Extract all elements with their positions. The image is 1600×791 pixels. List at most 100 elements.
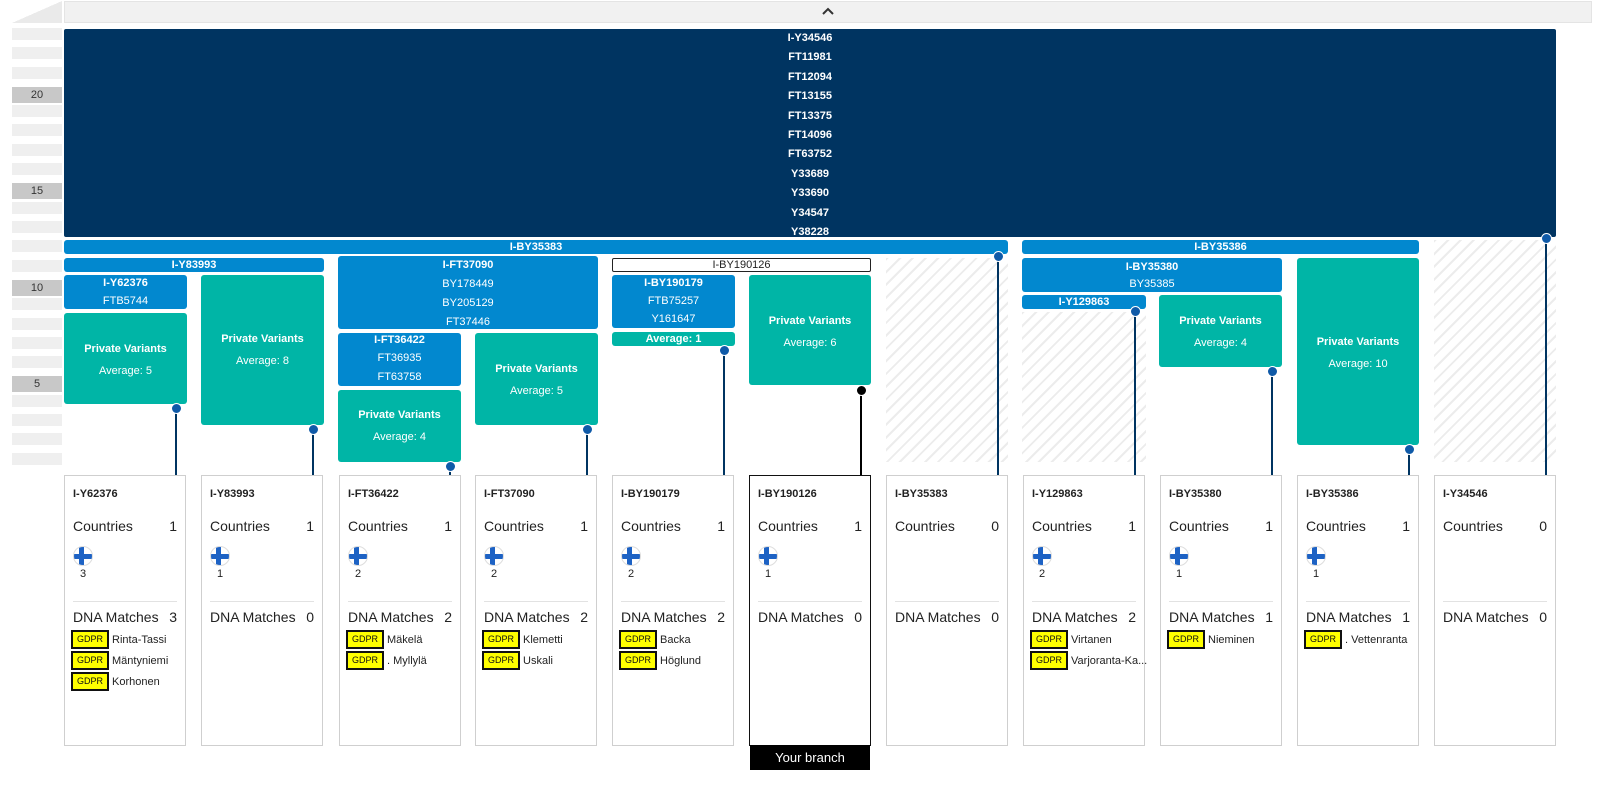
dna-matches-count: 0 — [854, 609, 862, 625]
branch-i-y62376[interactable]: I-Y62376 FTB5744 — [64, 275, 187, 309]
finland-flag-icon — [621, 546, 641, 566]
pv-title: Private Variants — [768, 315, 852, 327]
branch-card[interactable]: I-Y83993 Countries 1 1 DNA Matches 0 — [201, 475, 323, 746]
collapse-toggle[interactable] — [64, 1, 1592, 23]
branch-card[interactable]: I-BY35380 Countries 1 1 DNA Matches 1 GDPR Niem… — [1160, 475, 1282, 746]
pv-average: Average: 4 — [1193, 337, 1247, 349]
scale-row — [12, 356, 62, 368]
dna-match-item[interactable]: GDPR Uskali — [482, 651, 553, 670]
hatch-i-y129863 — [1022, 312, 1146, 462]
private-variants-i-by35380[interactable]: Private Variants Average: 4 — [1159, 295, 1282, 367]
dna-match-item[interactable]: GDPR Höglund — [619, 651, 701, 670]
pv-average: Average: 5 — [98, 365, 152, 377]
node-dot-y129863[interactable] — [1130, 306, 1141, 317]
flag-count: 1 — [217, 568, 224, 580]
branch-i-by35383[interactable]: I-BY35383 — [64, 240, 1008, 254]
flag-cross-v — [216, 547, 221, 565]
match-surname: Mäkelä — [387, 633, 423, 646]
branch-i-by190126[interactable]: I-BY190126 — [612, 258, 871, 272]
dna-match-item[interactable]: GDPR Varjoranta-Ka... — [1030, 651, 1147, 670]
branch-card[interactable]: I-FT36422 Countries 1 2 DNA Matches 2 GDPR Mäke… — [339, 475, 461, 746]
dna-matches-row: DNA Matches 0 — [1443, 609, 1547, 625]
match-surname: Uskali — [523, 654, 553, 667]
countries-label: Countries — [895, 518, 955, 534]
dna-match-item[interactable]: GDPR Virtanen — [1030, 630, 1112, 649]
branch-card[interactable]: I-Y62376 Countries 1 3 DNA Matches 3 GDPR Rinta… — [64, 475, 186, 746]
gdpr-badge: GDPR — [619, 630, 658, 649]
root-block-i-y34546[interactable]: I-Y34546 FT11981 FT12094 FT13155 FT13375… — [64, 29, 1556, 238]
node-dot-by190179[interactable] — [719, 345, 730, 356]
dna-matches-row: DNA Matches 1 — [1306, 609, 1410, 625]
flag-count: 2 — [628, 568, 635, 580]
countries-count: 1 — [1265, 518, 1273, 534]
dna-match-item[interactable]: GDPR Mäkelä — [346, 630, 422, 649]
node-dot-y83993[interactable] — [308, 424, 319, 435]
dna-match-item[interactable]: GDPR Backa — [619, 630, 691, 649]
branch-card[interactable]: I-BY190179 Countries 1 2 DNA Matches 2 GDPR Bac… — [612, 475, 734, 746]
dna-match-item[interactable]: GDPR Rinta-Tassi — [71, 630, 166, 649]
branch-card[interactable]: I-FT37090 Countries 1 2 DNA Matches 2 GDPR Klem… — [475, 475, 597, 746]
dna-match-item[interactable]: GDPR Klemetti — [482, 630, 563, 649]
private-variants-i-by35386[interactable]: Private Variants Average: 10 — [1297, 258, 1419, 445]
node-dot-y62376[interactable] — [171, 403, 182, 414]
node-dot-by35383[interactable] — [993, 251, 1004, 262]
dna-matches-count: 0 — [991, 609, 999, 625]
dna-match-item[interactable]: GDPR. Vettenranta — [1304, 630, 1407, 649]
dna-matches-label: DNA Matches — [73, 609, 159, 625]
dna-match-item[interactable]: GDPR. Myllylä — [346, 651, 427, 670]
node-dot-y34546[interactable] — [1541, 233, 1552, 244]
branch-i-ft37090[interactable]: I-FT37090 BY178449 BY205129 FT37446 — [338, 256, 598, 329]
by190179-label-1: FTB75257 — [647, 295, 700, 307]
flag-count: 2 — [355, 568, 362, 580]
node-dot-by190126[interactable] — [856, 385, 867, 396]
private-variants-i-by190179[interactable]: Average: 1 — [612, 332, 735, 346]
branch-i-y129863[interactable]: I-Y129863 — [1022, 295, 1146, 309]
connector-by35380 — [1271, 371, 1273, 475]
branch-i-by35386[interactable]: I-BY35386 — [1022, 240, 1419, 254]
private-variants-i-y83993[interactable]: Private Variants Average: 8 — [201, 275, 324, 425]
connector-ft37090 — [586, 429, 588, 475]
node-dot-ft36422[interactable] — [445, 461, 456, 472]
countries-label: Countries — [1032, 518, 1092, 534]
countries-count: 1 — [854, 518, 862, 534]
countries-count: 1 — [580, 518, 588, 534]
branch-i-y83993[interactable]: I-Y83993 — [64, 258, 324, 272]
root-label-8: Y33690 — [791, 187, 829, 200]
branch-i-by35380[interactable]: I-BY35380 BY35385 — [1022, 258, 1282, 292]
branch-card[interactable]: I-BY35386 Countries 1 1 DNA Matches 1 GDPR. Ve… — [1297, 475, 1419, 746]
node-dot-by35380[interactable] — [1267, 366, 1278, 377]
private-variants-i-ft36422[interactable]: Private Variants Average: 4 — [338, 390, 461, 462]
branch-card[interactable]: I-Y34546 Countries 0 DNA Matches 0 — [1434, 475, 1556, 746]
node-dot-ft37090[interactable] — [582, 424, 593, 435]
scale-row — [12, 453, 62, 465]
branch-i-by190179[interactable]: I-BY190179 FTB75257 Y161647 — [612, 275, 735, 328]
dna-match-item[interactable]: GDPR Korhonen — [71, 672, 160, 691]
countries-count: 0 — [991, 518, 999, 534]
branch-card[interactable]: I-BY35383 Countries 0 DNA Matches 0 — [886, 475, 1008, 746]
node-dot-by35386[interactable] — [1404, 444, 1415, 455]
private-variants-i-y62376[interactable]: Private Variants Average: 5 — [64, 313, 187, 404]
connector-y129863 — [1134, 311, 1136, 475]
dna-matches-count: 0 — [306, 609, 314, 625]
dna-match-item[interactable]: GDPR Mäntyniemi — [71, 651, 168, 670]
branch-card[interactable]: I-Y129863 Countries 1 2 DNA Matches 2 GDPR Virt… — [1023, 475, 1147, 746]
dna-match-item[interactable]: GDPR Nieminen — [1167, 630, 1254, 649]
private-variants-i-ft37090[interactable]: Private Variants Average: 5 — [475, 333, 598, 425]
by35380-label-0: I-BY35380 — [1125, 261, 1179, 273]
finland-flag-icon — [210, 546, 230, 566]
by35380-label-1: BY35385 — [1129, 278, 1175, 290]
by190179-label-0: I-BY190179 — [644, 277, 703, 289]
flag-cross-v — [1038, 547, 1043, 565]
dna-matches-count: 2 — [717, 609, 725, 625]
scale-row — [12, 221, 62, 233]
connector-y83993 — [312, 429, 314, 475]
card-title: I-Y34546 — [1443, 488, 1488, 500]
dna-matches-row: DNA Matches 2 — [348, 609, 452, 625]
private-variants-i-by190126[interactable]: Private Variants Average: 6 — [749, 275, 871, 385]
dna-matches-label: DNA Matches — [1032, 609, 1118, 625]
branch-card[interactable]: I-BY190126 Countries 1 1 DNA Matches 0 — [749, 475, 871, 746]
flag-count: 2 — [1039, 568, 1046, 580]
gdpr-badge: GDPR — [1030, 630, 1069, 649]
branch-i-ft36422[interactable]: I-FT36422 FT36935 FT63758 — [338, 333, 461, 386]
dna-matches-row: DNA Matches 2 — [1032, 609, 1136, 625]
